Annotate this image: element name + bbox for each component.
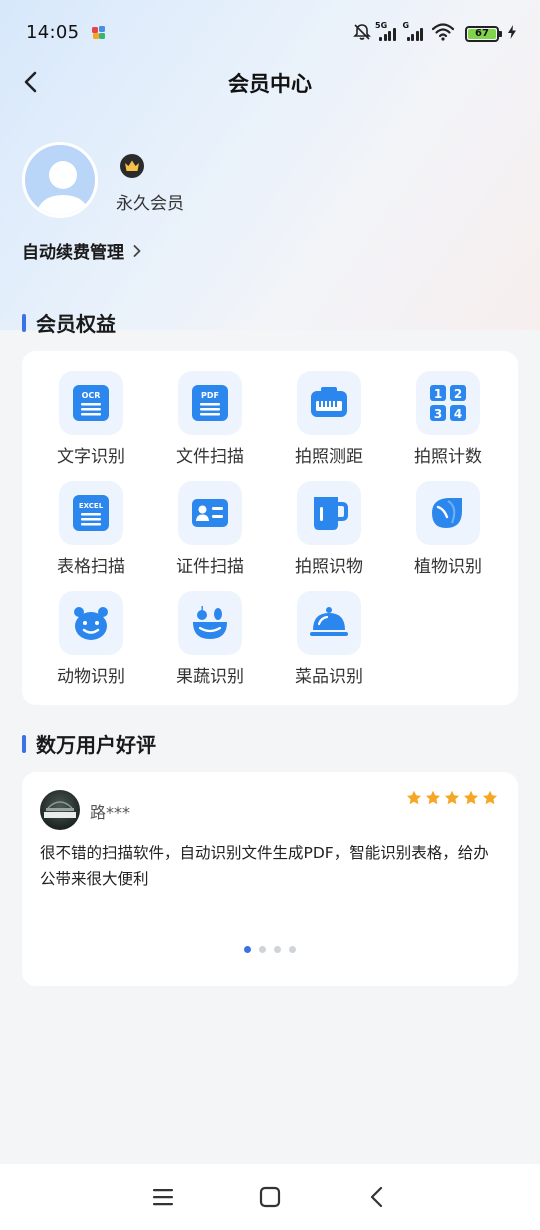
carousel-pagination [22, 946, 518, 953]
member-type-label: 永久会员 [116, 194, 184, 214]
section-accent-bar [22, 313, 26, 332]
benefit-label: 表格扫描 [57, 557, 125, 577]
app-notification-icon [91, 25, 107, 41]
benefit-label: 拍照测距 [295, 447, 363, 467]
fruit-bowl-icon [178, 591, 242, 655]
ruler-icon [297, 371, 361, 435]
pdf-scan-icon: PDF [178, 371, 242, 435]
svg-text:4: 4 [454, 407, 462, 421]
excel-icon: EXCEL [59, 481, 123, 545]
crown-icon [120, 154, 144, 178]
network-type-1: 5G [375, 20, 388, 30]
benefit-ocr[interactable]: OCR 文字识别 [32, 371, 150, 475]
id-card-icon [178, 481, 242, 545]
pagination-dot-1[interactable] [244, 946, 251, 953]
network-type-2: G [402, 20, 410, 30]
nav-bar: 会员中心 [0, 62, 540, 102]
benefit-fruit-veg-recognition[interactable]: 果蔬识别 [151, 591, 269, 695]
count-icon: 1 2 3 4 [416, 371, 480, 435]
star-icon [407, 790, 421, 805]
signal-1-icon: 5G [375, 21, 396, 41]
benefits-section-title: 会员权益 [22, 308, 116, 337]
review-carousel[interactable]: 路*** 很不错的扫描软件，自动识别文件生成PDF，智能识别表格，给办公带来很大… [22, 772, 518, 986]
svg-text:PDF: PDF [201, 391, 219, 400]
benefit-object-recognition[interactable]: 拍照识物 [270, 481, 388, 585]
benefit-label: 菜品识别 [295, 667, 363, 687]
svg-text:OCR: OCR [82, 391, 101, 400]
reviews-title-text: 数万用户好评 [36, 733, 156, 757]
svg-text:EXCEL: EXCEL [79, 502, 104, 510]
benefit-plant-recognition[interactable]: 植物识别 [389, 481, 507, 585]
signal-2-icon: G [403, 21, 423, 41]
page-title: 会员中心 [228, 72, 312, 96]
auto-renew-management-link[interactable]: 自动续费管理 [22, 238, 142, 263]
ocr-icon: OCR [59, 371, 123, 435]
status-bar: 14:05 5G G 67 [0, 0, 540, 66]
benefit-dish-recognition[interactable]: 菜品识别 [270, 591, 388, 695]
benefit-label: 果蔬识别 [176, 667, 244, 687]
battery-icon: 67 [465, 25, 502, 42]
benefit-file-scan[interactable]: PDF 文件扫描 [151, 371, 269, 475]
home-icon [259, 1186, 281, 1208]
benefits-card: OCR 文字识别 PDF 文件扫描 拍照测距 1 2 3 4 拍照计数 EXCE… [22, 351, 518, 705]
menu-icon [153, 1189, 174, 1206]
mug-icon [297, 481, 361, 545]
system-navigation-bar [0, 1164, 540, 1230]
profile-section: 永久会员 [22, 142, 522, 222]
benefit-table-scan[interactable]: EXCEL 表格扫描 [32, 481, 150, 585]
star-icon [426, 790, 440, 805]
star-icon [483, 790, 497, 805]
benefit-label: 文件扫描 [176, 447, 244, 467]
benefit-label: 拍照识物 [295, 557, 363, 577]
bear-icon [59, 591, 123, 655]
benefits-title-text: 会员权益 [36, 312, 116, 336]
status-time: 14:05 [26, 22, 80, 43]
food-cloche-icon [297, 591, 361, 655]
mute-icon [352, 22, 372, 45]
svg-text:1: 1 [434, 387, 442, 401]
recent-apps-button[interactable] [143, 1177, 183, 1217]
battery-level: 67 [468, 28, 496, 39]
system-back-button[interactable] [357, 1177, 397, 1217]
svg-text:3: 3 [434, 407, 442, 421]
leaf-icon [416, 481, 480, 545]
benefit-label: 文字识别 [57, 447, 125, 467]
benefit-label: 拍照计数 [414, 447, 482, 467]
benefit-photo-measure[interactable]: 拍照测距 [270, 371, 388, 475]
chevron-right-icon [133, 244, 141, 257]
home-button[interactable] [250, 1177, 290, 1217]
benefit-label: 证件扫描 [176, 557, 244, 577]
auto-renew-label: 自动续费管理 [22, 243, 124, 263]
benefit-label: 植物识别 [414, 557, 482, 577]
star-icon [445, 790, 459, 805]
benefit-animal-recognition[interactable]: 动物识别 [32, 591, 150, 695]
review-text: 很不错的扫描软件，自动识别文件生成PDF，智能识别表格，给办公带来很大便利 [40, 844, 489, 888]
star-icon [464, 790, 478, 805]
rating-stars [406, 790, 498, 806]
pagination-dot-2[interactable] [259, 946, 266, 953]
wifi-icon [431, 23, 455, 44]
pagination-dot-3[interactable] [274, 946, 281, 953]
pagination-dot-4[interactable] [289, 946, 296, 953]
avatar[interactable] [22, 142, 98, 218]
benefit-photo-count[interactable]: 1 2 3 4 拍照计数 [389, 371, 507, 475]
svg-text:2: 2 [454, 387, 462, 401]
reviewer-avatar [40, 790, 80, 830]
benefit-id-scan[interactable]: 证件扫描 [151, 481, 269, 585]
reviews-section-title: 数万用户好评 [22, 729, 156, 758]
reviewer-name: 路*** [90, 803, 131, 822]
charging-icon [508, 25, 516, 42]
benefit-label: 动物识别 [57, 667, 125, 687]
default-user-icon [35, 161, 91, 215]
section-accent-bar [22, 734, 26, 753]
back-icon [370, 1186, 382, 1208]
